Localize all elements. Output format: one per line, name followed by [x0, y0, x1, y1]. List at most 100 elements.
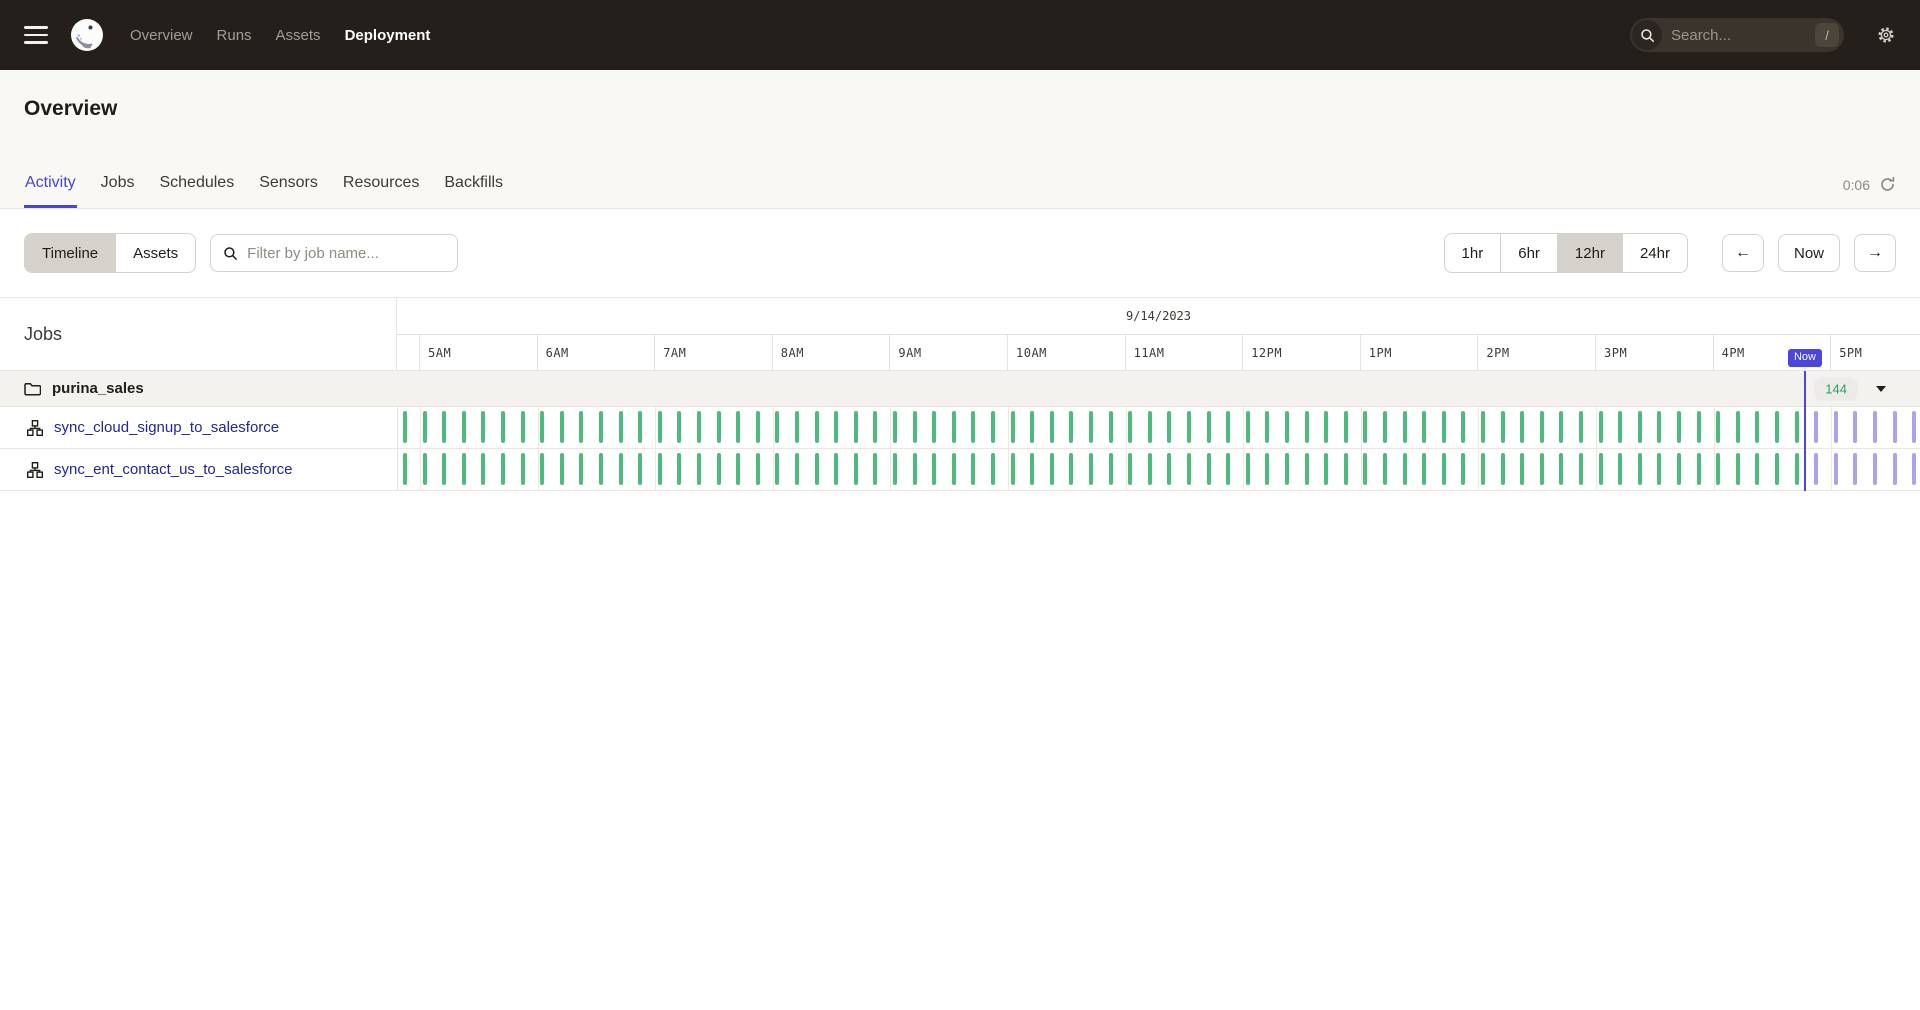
tab-activity[interactable]: Activity — [24, 174, 77, 208]
run-tick-success[interactable] — [913, 411, 917, 443]
run-tick-success[interactable] — [1285, 411, 1289, 443]
run-tick-success[interactable] — [1187, 411, 1191, 443]
run-tick-success[interactable] — [540, 453, 544, 485]
run-tick-success[interactable] — [795, 411, 799, 443]
search-input[interactable]: Search... / — [1630, 18, 1844, 52]
run-tick-success[interactable] — [1540, 411, 1544, 443]
run-tick-success[interactable] — [1461, 411, 1465, 443]
run-tick-success[interactable] — [1559, 411, 1563, 443]
run-tick-success[interactable] — [403, 411, 407, 443]
run-tick-success[interactable] — [1481, 453, 1485, 485]
run-tick-success[interactable] — [991, 411, 995, 443]
scroll-left-button[interactable]: ← — [1722, 234, 1764, 272]
run-tick-success[interactable] — [1226, 453, 1230, 485]
run-tick-success[interactable] — [1755, 411, 1759, 443]
job-link[interactable]: sync_cloud_signup_to_salesforce — [54, 419, 279, 436]
run-tick-success[interactable] — [854, 411, 858, 443]
run-tick-success[interactable] — [932, 453, 936, 485]
run-tick-success[interactable] — [442, 411, 446, 443]
run-tick-success[interactable] — [1736, 411, 1740, 443]
nav-item-deployment[interactable]: Deployment — [345, 27, 431, 44]
run-tick-success[interactable] — [1207, 453, 1211, 485]
run-tick-success[interactable] — [462, 411, 466, 443]
run-tick-success[interactable] — [1481, 411, 1485, 443]
run-tick-success[interactable] — [579, 411, 583, 443]
run-tick-success[interactable] — [1736, 453, 1740, 485]
run-tick-success[interactable] — [1305, 411, 1309, 443]
run-tick-success[interactable] — [1461, 453, 1465, 485]
run-tick-success[interactable] — [952, 453, 956, 485]
run-tick-success[interactable] — [1559, 453, 1563, 485]
run-tick-scheduled[interactable] — [1814, 411, 1818, 443]
run-tick-success[interactable] — [1363, 411, 1367, 443]
run-tick-success[interactable] — [1579, 453, 1583, 485]
run-tick-success[interactable] — [619, 453, 623, 485]
run-tick-success[interactable] — [1422, 411, 1426, 443]
run-tick-success[interactable] — [1579, 411, 1583, 443]
run-tick-success[interactable] — [697, 411, 701, 443]
run-tick-success[interactable] — [1363, 453, 1367, 485]
tab-backfills[interactable]: Backfills — [443, 174, 504, 208]
run-tick-success[interactable] — [1677, 411, 1681, 443]
tab-jobs[interactable]: Jobs — [100, 174, 136, 208]
run-tick-success[interactable] — [971, 411, 975, 443]
run-tick-scheduled[interactable] — [1853, 411, 1857, 443]
run-tick-success[interactable] — [1324, 411, 1328, 443]
run-tick-success[interactable] — [1403, 411, 1407, 443]
run-tick-success[interactable] — [1697, 411, 1701, 443]
run-tick-success[interactable] — [1618, 411, 1622, 443]
run-tick-success[interactable] — [834, 411, 838, 443]
range-24hr[interactable]: 24hr — [1622, 234, 1687, 272]
run-tick-success[interactable] — [971, 453, 975, 485]
run-tick-success[interactable] — [1344, 411, 1348, 443]
run-tick-success[interactable] — [638, 411, 642, 443]
range-1hr[interactable]: 1hr — [1445, 234, 1501, 272]
run-tick-success[interactable] — [952, 411, 956, 443]
run-tick-success[interactable] — [795, 453, 799, 485]
run-tick-success[interactable] — [1265, 411, 1269, 443]
scroll-right-button[interactable]: → — [1854, 234, 1896, 272]
run-tick-success[interactable] — [1442, 453, 1446, 485]
run-tick-success[interactable] — [638, 453, 642, 485]
run-tick-success[interactable] — [1795, 411, 1799, 443]
run-tick-success[interactable] — [501, 453, 505, 485]
run-tick-success[interactable] — [423, 411, 427, 443]
run-tick-success[interactable] — [991, 453, 995, 485]
run-tick-success[interactable] — [736, 411, 740, 443]
run-tick-success[interactable] — [756, 411, 760, 443]
run-tick-success[interactable] — [717, 411, 721, 443]
nav-item-assets[interactable]: Assets — [276, 27, 321, 44]
run-tick-success[interactable] — [1246, 453, 1250, 485]
run-tick-success[interactable] — [873, 453, 877, 485]
run-tick-success[interactable] — [1285, 453, 1289, 485]
run-tick-success[interactable] — [1442, 411, 1446, 443]
run-tick-success[interactable] — [1638, 453, 1642, 485]
dagster-logo[interactable] — [70, 18, 104, 52]
run-tick-success[interactable] — [1501, 453, 1505, 485]
menu-icon[interactable] — [24, 26, 48, 44]
job-row[interactable]: sync_cloud_signup_to_salesforce — [0, 407, 1920, 449]
run-tick-success[interactable] — [1011, 411, 1015, 443]
run-tick-success[interactable] — [893, 453, 897, 485]
run-tick-success[interactable] — [1657, 453, 1661, 485]
run-tick-success[interactable] — [677, 453, 681, 485]
run-tick-success[interactable] — [815, 453, 819, 485]
run-tick-success[interactable] — [697, 453, 701, 485]
range-6hr[interactable]: 6hr — [1500, 234, 1557, 272]
run-tick-success[interactable] — [1697, 453, 1701, 485]
run-tick-success[interactable] — [913, 453, 917, 485]
run-tick-success[interactable] — [1520, 453, 1524, 485]
run-tick-success[interactable] — [481, 453, 485, 485]
run-tick-success[interactable] — [1265, 453, 1269, 485]
run-tick-success[interactable] — [815, 411, 819, 443]
run-tick-success[interactable] — [1716, 453, 1720, 485]
job-link[interactable]: sync_ent_contact_us_to_salesforce — [54, 461, 292, 478]
view-mode-assets[interactable]: Assets — [115, 234, 195, 272]
run-tick-success[interactable] — [1226, 411, 1230, 443]
run-tick-success[interactable] — [1128, 453, 1132, 485]
run-tick-scheduled[interactable] — [1814, 453, 1818, 485]
run-tick-success[interactable] — [1030, 453, 1034, 485]
run-tick-success[interactable] — [1795, 453, 1799, 485]
run-tick-success[interactable] — [1755, 453, 1759, 485]
run-tick-success[interactable] — [1148, 411, 1152, 443]
